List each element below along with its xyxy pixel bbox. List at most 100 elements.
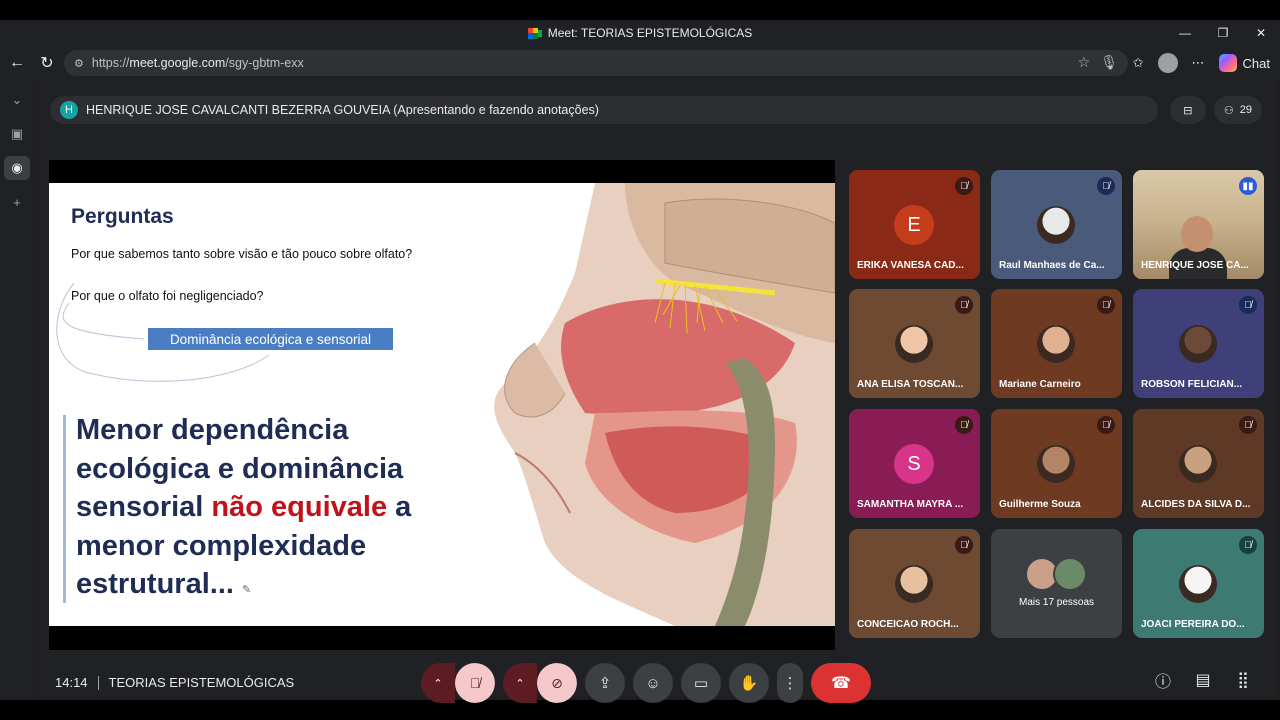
site-info-icon[interactable]: ⚙ [74, 57, 84, 70]
more-participants-avatars [1025, 557, 1087, 591]
browser-window: Meet: TEORIAS EPISTEMOLÓGICAS — ❐ ✕ ← ↻ … [0, 20, 1280, 703]
favorites-icon[interactable]: ✩ [1133, 55, 1144, 71]
participant-photo [1179, 565, 1217, 603]
meeting-name: TEORIAS EPISTEMOLÓGICAS [108, 675, 295, 690]
video-options-chevron-icon[interactable]: ⌃ [503, 663, 537, 703]
reload-icon[interactable]: ↻ [32, 48, 62, 78]
restore-icon[interactable]: ❐ [1204, 20, 1242, 46]
participant-tile[interactable]: 🎙̸ Raul Manhaes de Ca... [991, 170, 1122, 279]
meeting-details-icon[interactable]: ⓘ [1152, 669, 1174, 691]
meet-logo-icon [527, 27, 542, 39]
participant-avatar: S [894, 444, 934, 484]
meeting-time: 14:14 [55, 675, 88, 690]
mic-muted-icon: 🎙̸ [1097, 296, 1115, 314]
collections-icon[interactable]: ▣ [4, 122, 30, 146]
participant-name: JOACI PEREIRA DO... [1141, 619, 1245, 630]
profile-avatar[interactable] [1157, 53, 1178, 73]
copilot-button[interactable]: Chat [1218, 54, 1270, 72]
participant-photo [1037, 206, 1075, 244]
reactions-button[interactable]: ☺ [633, 663, 673, 703]
more-options-button[interactable]: ⋮ [777, 663, 803, 703]
participant-tile[interactable]: ▮▮ HENRIQUE JOSE CA... [1133, 170, 1264, 279]
url-bar[interactable]: ⚙ https://meet.google.com/sgy-gbtm-exx ☆… [64, 50, 1128, 76]
participants-button[interactable]: ⚇ 29 [1213, 96, 1262, 124]
emoji-icon: ☺ [645, 674, 661, 692]
mic-off-button[interactable]: 🎙̸ [455, 663, 495, 703]
audio-options-chevron-icon[interactable]: ⌃ [421, 663, 455, 703]
chevron-down-icon[interactable]: ⌄ [4, 88, 30, 112]
participant-name: SAMANTHA MAYRA ... [857, 499, 964, 510]
participant-name: CONCEICAO ROCH... [857, 619, 959, 630]
url-path: /sgy-gbtm-exx [225, 56, 304, 70]
copilot-icon [1218, 54, 1237, 72]
window-title-text: Meet: TEORIAS EPISTEMOLÓGICAS [547, 26, 753, 40]
participant-name: ERIKA VANESA CAD... [857, 260, 964, 271]
present-screen-button[interactable]: ⇪ [585, 663, 625, 703]
activities-icon[interactable]: ⣿ [1232, 669, 1254, 691]
call-controls: ⌃ 🎙̸ ⌃ ⊘ ⇪ ☺ ▭ ✋ ⋮ ☎ [421, 663, 871, 703]
title-bar: Meet: TEORIAS EPISTEMOLÓGICAS — ❐ ✕ [0, 20, 1280, 46]
leave-call-button[interactable]: ☎ [811, 663, 871, 703]
slide-tag: Dominância ecológica e sensorial [148, 328, 393, 350]
participant-name: Guilherme Souza [999, 499, 1081, 510]
hang-up-icon: ☎ [831, 675, 851, 692]
participant-tile[interactable]: E 🎙̸ ERIKA VANESA CAD... [849, 170, 980, 279]
close-icon[interactable]: ✕ [1242, 20, 1280, 46]
participant-tile[interactable]: S 🎙̸ SAMANTHA MAYRA ... [849, 409, 980, 518]
bottom-bar: 14:14 TEORIAS EPISTEMOLÓGICAS ⌃ 🎙̸ ⌃ ⊘ ⇪… [36, 660, 1276, 706]
participant-avatar: E [894, 205, 934, 245]
captions-button[interactable]: ▭ [681, 663, 721, 703]
participant-tile[interactable]: 🎙̸ CONCEICAO ROCH... [849, 529, 980, 638]
bookmark-star-icon[interactable]: ☆ [1078, 54, 1091, 71]
presenter-banner: H HENRIQUE JOSE CAVALCANTI BEZERRA GOUVE… [50, 96, 1158, 124]
record-icon[interactable]: ◉ [4, 156, 30, 180]
participant-photo [895, 325, 933, 363]
participant-tile[interactable]: 🎙̸ JOACI PEREIRA DO... [1133, 529, 1264, 638]
presentation-area: Perguntas Por que sabemos tanto sobre vi… [49, 160, 835, 650]
quote-bar [63, 415, 66, 603]
chat-icon[interactable]: ▤ [1192, 669, 1214, 691]
people-icon: ⚇ [1223, 104, 1234, 117]
hide-presentation-icon: ⊟ [1183, 104, 1193, 117]
hide-presentation-button[interactable]: ⊟ [1169, 96, 1206, 124]
participant-name: ALCIDES DA SILVA D... [1141, 499, 1251, 510]
participant-name: ANA ELISA TOSCAN... [857, 379, 964, 390]
mic-muted-icon: 🎙̸ [955, 177, 973, 195]
participant-name: Mais 17 pessoas [1019, 597, 1095, 608]
participant-tile[interactable]: 🎙̸ ANA ELISA TOSCAN... [849, 289, 980, 398]
separator [97, 675, 99, 690]
meeting-info: 14:14 TEORIAS EPISTEMOLÓGICAS [55, 675, 294, 690]
participant-photo [1037, 325, 1075, 363]
pencil-icon: ✎ [242, 584, 252, 596]
mic-muted-icon: 🎙̸ [1097, 416, 1115, 434]
participant-tile[interactable]: 🎙̸ Guilherme Souza [991, 409, 1122, 518]
raise-hand-button[interactable]: ✋ [729, 663, 769, 703]
presenter-avatar: H [60, 101, 78, 119]
more-vertical-icon: ⋮ [782, 675, 798, 692]
participant-tile[interactable]: 🎙̸ Mariane Carneiro [991, 289, 1122, 398]
mic-muted-icon: 🎙̸ [1239, 296, 1257, 314]
participant-tile[interactable]: 🎙̸ ALCIDES DA SILVA D... [1133, 409, 1264, 518]
audio-control-group: ⌃ 🎙̸ [421, 663, 495, 703]
more-options-icon[interactable]: ⋯ [1192, 55, 1205, 71]
back-icon[interactable]: ← [2, 48, 32, 78]
participant-photo [1037, 445, 1075, 483]
participants-count: 29 [1239, 104, 1252, 116]
presenter-text: HENRIQUE JOSE CAVALCANTI BEZERRA GOUVEIA… [86, 103, 599, 117]
add-icon[interactable]: + [4, 190, 30, 214]
participant-name: HENRIQUE JOSE CA... [1141, 260, 1249, 271]
mic-muted-icon: 🎙̸ [1239, 536, 1257, 554]
browser-sidebar: ⌄ ▣ ◉ + [0, 80, 34, 700]
camera-off-button[interactable]: ⊘ [537, 663, 577, 703]
mic-muted-icon: 🎙̸ [955, 416, 973, 434]
participant-tile[interactable]: 🎙̸ ROBSON FELICIAN... [1133, 289, 1264, 398]
mic-muted-icon: 🎙̸ [1239, 416, 1257, 434]
captions-icon: ▭ [693, 675, 709, 692]
mic-muted-icon: 🎙̸ [955, 536, 973, 554]
meet-surface: H HENRIQUE JOSE CAVALCANTI BEZERRA GOUVE… [36, 80, 1276, 703]
minimize-icon[interactable]: — [1166, 20, 1204, 46]
participant-tile[interactable]: Mais 17 pessoas [991, 529, 1122, 638]
microphone-icon[interactable]: 🎙 [1100, 54, 1118, 71]
window-title: Meet: TEORIAS EPISTEMOLÓGICAS [527, 26, 753, 40]
mic-muted-icon: 🎙̸ [955, 296, 973, 314]
